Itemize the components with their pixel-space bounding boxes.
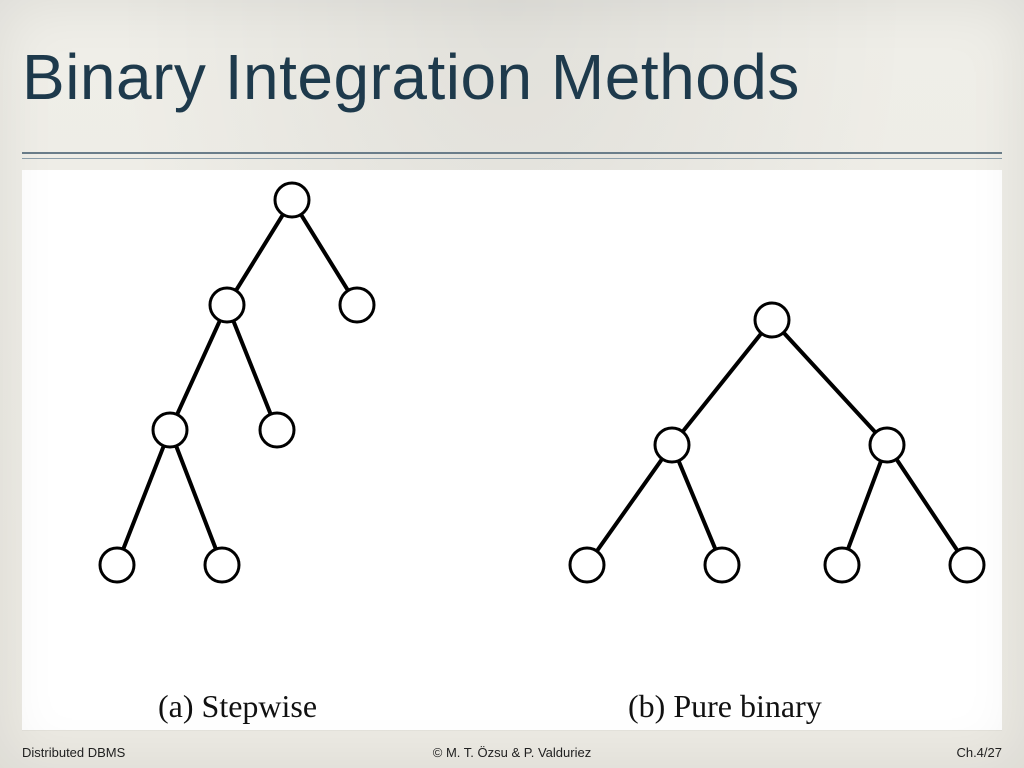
- caption-a-text: Stepwise: [202, 688, 318, 724]
- tree-edge: [236, 214, 283, 290]
- tree-edge: [679, 461, 716, 550]
- footer-right: Ch.4/27: [956, 745, 1002, 760]
- title-rule-bottom: [22, 158, 1002, 159]
- slide: Binary Integration Methods (a) Stepwise …: [0, 0, 1024, 768]
- tree-edge: [177, 320, 220, 414]
- caption-b-prefix: (b): [628, 688, 673, 724]
- tree-node: [655, 428, 689, 462]
- caption-a-prefix: (a): [158, 688, 202, 724]
- tree-node: [205, 548, 239, 582]
- tree-node: [210, 288, 244, 322]
- tree-node: [275, 183, 309, 217]
- tree-edge: [176, 446, 216, 549]
- slide-title: Binary Integration Methods: [22, 40, 800, 114]
- tree-edge: [683, 333, 762, 431]
- integration-trees-svg: [22, 170, 1002, 670]
- caption-pure-binary: (b) Pure binary: [628, 688, 822, 725]
- tree-node: [705, 548, 739, 582]
- tree-node: [570, 548, 604, 582]
- diagram-area: [22, 170, 1002, 730]
- footer-center: © M. T. Özsu & P. Valduriez: [0, 745, 1024, 760]
- tree-node: [950, 548, 984, 582]
- tree-node: [870, 428, 904, 462]
- tree-node: [755, 303, 789, 337]
- footer: Distributed DBMS © M. T. Özsu & P. Valdu…: [0, 745, 1024, 760]
- tree-edge: [896, 459, 957, 551]
- tree-node: [100, 548, 134, 582]
- tree-edge: [784, 333, 876, 433]
- tree-edge: [301, 214, 348, 290]
- tree-edge: [597, 459, 662, 551]
- caption-stepwise: (a) Stepwise: [158, 688, 317, 725]
- tree-node: [340, 288, 374, 322]
- tree-node: [153, 413, 187, 447]
- tree-edge: [233, 321, 270, 414]
- tree-node: [825, 548, 859, 582]
- caption-b-text: Pure binary: [673, 688, 821, 724]
- title-rule-top: [22, 152, 1002, 154]
- tree-edge: [123, 446, 164, 549]
- tree-edge: [848, 461, 881, 549]
- tree-node: [260, 413, 294, 447]
